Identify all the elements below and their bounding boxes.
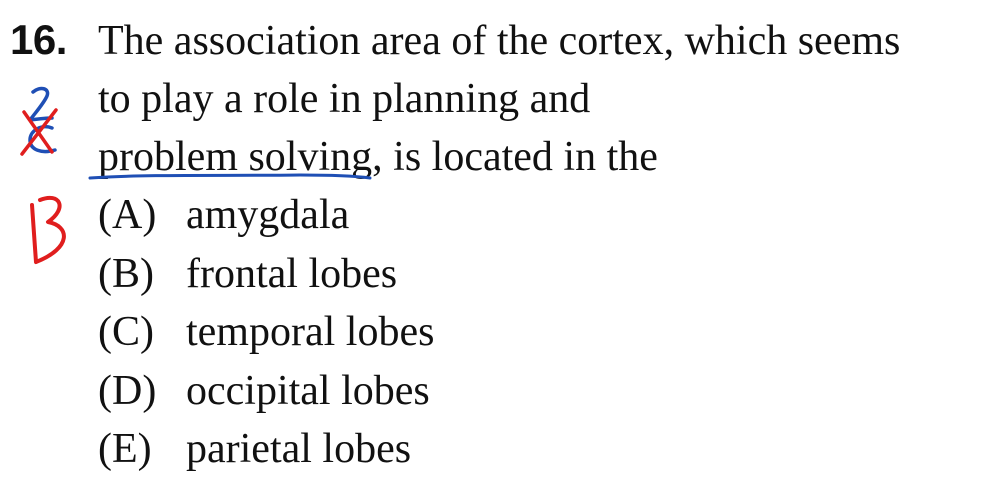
cross-out-mark	[20, 108, 58, 156]
question-number: 16.	[10, 16, 67, 63]
question-stem: The association area of the cortex, whic…	[98, 12, 998, 186]
choice-d[interactable]: (D) occipital lobes	[98, 362, 434, 421]
choice-text: temporal lobes	[186, 309, 435, 355]
choice-text: parietal lobes	[186, 426, 412, 472]
choice-letter: (C)	[98, 309, 154, 355]
choice-letter: (A)	[98, 192, 157, 238]
stem-line-1: The association area of the cortex, whic…	[98, 18, 901, 64]
stem-line-3: problem solving, is located in the	[98, 134, 658, 180]
answer-choices: (A) amygdala (B) frontal lobes (C) temporal…	[98, 186, 434, 479]
choice-c[interactable]: (C) temporal lobes	[98, 303, 434, 362]
question-page: 16. The association area of the cortex, …	[0, 0, 1002, 490]
choice-e[interactable]: (E) parietal lobes	[98, 420, 434, 479]
choice-letter: (E)	[98, 426, 152, 472]
choice-text: frontal lobes	[186, 250, 398, 297]
handwritten-two-mark	[28, 86, 54, 122]
handwritten-b-answer	[30, 196, 66, 264]
choice-a[interactable]: (A) amygdala	[98, 186, 434, 245]
handwritten-c-mark	[28, 125, 57, 154]
choice-text: occipital lobes	[186, 367, 430, 414]
stem-line-2: to play a role in planning and	[98, 76, 591, 122]
choice-text: amygdala	[186, 192, 350, 238]
choice-letter: (B)	[98, 250, 154, 297]
choice-letter: (D)	[98, 367, 157, 414]
choice-b[interactable]: (B) frontal lobes	[98, 245, 434, 304]
